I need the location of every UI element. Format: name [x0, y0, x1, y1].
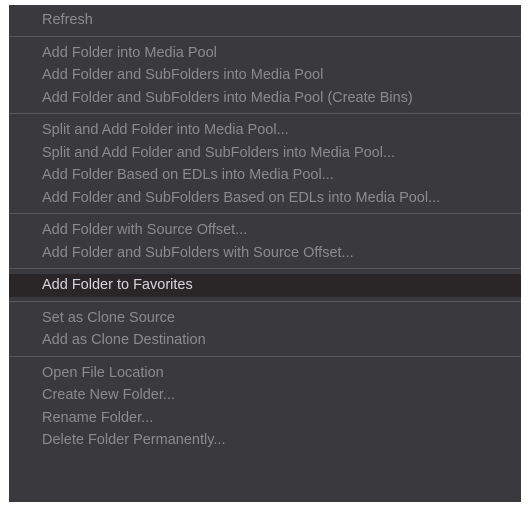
menu-separator	[9, 355, 521, 357]
menu-item-add-folder-and-subfolders-with-source-offset[interactable]: Add Folder and SubFolders with Source Of…	[9, 242, 521, 265]
menu-item-refresh[interactable]: Refresh	[9, 9, 521, 32]
menu-item-add-folder-to-favorites[interactable]: Add Folder to Favorites	[9, 274, 521, 297]
menu-item-add-folder-and-subfolders-create-bins[interactable]: Add Folder and SubFolders into Media Poo…	[9, 87, 521, 110]
menu-item-open-file-location[interactable]: Open File Location	[9, 362, 521, 385]
menu-item-split-and-add-folder[interactable]: Split and Add Folder into Media Pool...	[9, 119, 521, 142]
menu-item-add-folder-into-media-pool[interactable]: Add Folder into Media Pool	[9, 42, 521, 65]
menu-separator	[9, 35, 521, 37]
menu-item-add-folder-and-subfolders-based-on-edls[interactable]: Add Folder and SubFolders Based on EDLs …	[9, 187, 521, 210]
menu-item-set-as-clone-source[interactable]: Set as Clone Source	[9, 307, 521, 330]
menu-item-delete-folder-permanently[interactable]: Delete Folder Permanently...	[9, 429, 521, 452]
menu-item-split-and-add-folder-and-subfolders[interactable]: Split and Add Folder and SubFolders into…	[9, 142, 521, 165]
menu-separator	[9, 268, 521, 269]
context-menu: Refresh Add Folder into Media Pool Add F…	[9, 5, 521, 502]
menu-item-create-new-folder[interactable]: Create New Folder...	[9, 384, 521, 407]
menu-separator	[9, 213, 521, 214]
menu-item-add-folder-based-on-edls[interactable]: Add Folder Based on EDLs into Media Pool…	[9, 164, 521, 187]
menu-item-add-folder-and-subfolders-into-media-pool[interactable]: Add Folder and SubFolders into Media Poo…	[9, 64, 521, 87]
menu-separator	[9, 113, 521, 114]
menu-item-rename-folder[interactable]: Rename Folder...	[9, 407, 521, 430]
menu-item-add-folder-with-source-offset[interactable]: Add Folder with Source Offset...	[9, 219, 521, 242]
menu-item-add-as-clone-destination[interactable]: Add as Clone Destination	[9, 329, 521, 352]
menu-separator	[9, 300, 521, 302]
